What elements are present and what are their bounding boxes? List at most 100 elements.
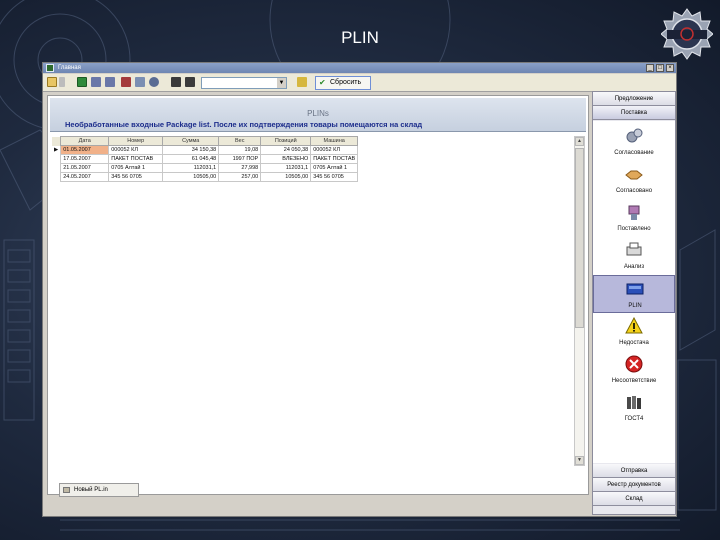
scroll-down-icon[interactable]: ▼ — [575, 456, 584, 465]
nav-header-delivery[interactable]: Поставка — [593, 106, 675, 120]
table-icon[interactable] — [121, 77, 131, 87]
excel-icon[interactable] — [77, 77, 87, 87]
nav-item-label: Согласовано — [615, 188, 653, 194]
download-icon[interactable] — [185, 77, 195, 87]
table-cell[interactable]: ПАКЕТ ПОСТАВ — [108, 154, 164, 164]
scrollbar-thumb[interactable] — [575, 148, 584, 328]
toolbar: ▼ ✔ Сбросить — [43, 74, 676, 92]
window-titlebar[interactable]: Главная _ □ × — [43, 63, 676, 73]
table-cell[interactable]: 19,08 — [218, 145, 262, 155]
document-icon — [63, 487, 70, 493]
maximize-button[interactable]: □ — [656, 64, 664, 72]
table-cell[interactable]: 27,998 — [218, 163, 262, 173]
minimize-button[interactable]: _ — [646, 64, 654, 72]
toolbar-combo[interactable]: ▼ — [201, 77, 287, 89]
stardiesel-logo — [661, 8, 713, 60]
nav-item-gost[interactable]: ГОСТ4 — [593, 389, 675, 427]
table-cell[interactable]: 24 050,38 — [260, 145, 312, 155]
table-row[interactable]: ▶ 01.05.2007 000052 КЛ 34 150,38 19,08 2… — [52, 145, 359, 155]
dropdown-icon[interactable] — [59, 77, 65, 87]
check-icon: ✔ — [319, 78, 326, 87]
table-cell[interactable]: ВЛЕЗЕНО — [260, 154, 312, 164]
table-cell[interactable]: 17.05.2007 — [60, 154, 110, 164]
nav-item-mismatch[interactable]: Несоответствие — [593, 351, 675, 389]
folder-icon[interactable] — [47, 77, 57, 87]
books-icon — [627, 396, 641, 409]
table-row[interactable]: 17.05.2007 ПАКЕТ ПОСТАВ 61 045,48 1997 П… — [52, 154, 359, 164]
table-row[interactable]: 21.05.2007 0705 Алтай 1 112031,1 27,998 … — [52, 163, 359, 173]
table-row[interactable]: 24.05.2007 345 56 0705 10505,00 257,00 1… — [52, 172, 359, 182]
printer-icon — [626, 242, 642, 256]
column-header[interactable]: Машина — [310, 136, 359, 146]
table-cell[interactable]: 345 56 0705 — [108, 172, 164, 182]
nav-item-agreement[interactable]: Согласование — [593, 123, 675, 161]
nav-item-agreed[interactable]: Согласовано — [593, 161, 675, 199]
table-cell[interactable]: 10505,00 — [260, 172, 312, 182]
table-cell[interactable]: 24.05.2007 — [60, 172, 110, 182]
main-content: PLINs Необработанные входные Package lis… — [47, 95, 589, 495]
table-cell[interactable]: 345 56 0705 — [310, 172, 359, 182]
nav-item-delivered[interactable]: Поставлено — [593, 199, 675, 237]
table-cell[interactable]: 000052 КЛ — [108, 145, 164, 155]
nav-item-list: Согласование Согласовано Поставлено Анал… — [593, 121, 675, 463]
plins-title: PLINs — [307, 109, 329, 118]
table-cell[interactable]: 01.05.2007 — [60, 145, 110, 155]
nav-item-label: Поставлено — [617, 226, 651, 232]
column-header[interactable]: Дата — [60, 136, 110, 146]
row-indicator — [52, 173, 61, 182]
nav-footer-warehouse[interactable]: Склад — [593, 492, 675, 506]
column-header[interactable]: Сумма — [162, 136, 220, 146]
table-cell[interactable]: ПАКЕТ ПОСТАВ — [310, 154, 359, 164]
save-button[interactable]: ✔ Сбросить — [315, 76, 371, 90]
table-cell[interactable]: 1997 ПОР — [218, 154, 262, 164]
table-cell[interactable]: 61 045,48 — [162, 154, 220, 164]
arrow-left-icon[interactable] — [105, 77, 115, 87]
app-window: Главная _ □ × ▼ ✔ Сбросить PLINs Необраб… — [42, 62, 677, 517]
table-cell[interactable]: 112031,1 — [162, 163, 220, 173]
table-cell[interactable]: 10505,00 — [162, 172, 220, 182]
new-plin-label: Новый PL.in — [74, 487, 108, 493]
nav-item-plin[interactable]: PLIN — [593, 275, 675, 313]
row-indicator — [52, 155, 61, 164]
nav-header-proposal[interactable]: Предложение — [593, 92, 675, 106]
table-cell[interactable]: 257,00 — [218, 172, 262, 182]
truck-icon — [626, 283, 644, 295]
plins-subtitle: Необработанные входные Package list. Пос… — [65, 120, 423, 129]
nav-item-analysis[interactable]: Анализ — [593, 237, 675, 275]
nav-item-label: Согласование — [614, 150, 654, 156]
column-header[interactable]: Номер — [108, 136, 164, 146]
find-icon[interactable] — [135, 77, 145, 87]
plin-table: Дата Номер Сумма Вес Позиций Машина ▶ 01… — [52, 136, 359, 182]
table-cell[interactable]: 0705 Алтай 1 — [108, 163, 164, 173]
close-button[interactable]: × — [666, 64, 674, 72]
vertical-scrollbar[interactable]: ▲ ▼ — [574, 136, 585, 466]
nav-item-shortage[interactable]: Недостача — [593, 313, 675, 351]
nav-item-label: ГОСТ4 — [624, 416, 644, 422]
new-plin-button[interactable]: Новый PL.in — [59, 483, 139, 497]
search-icon[interactable] — [149, 77, 159, 87]
filter-icon[interactable] — [297, 77, 307, 87]
column-header[interactable]: Позиций — [260, 136, 312, 146]
table-cell[interactable]: 21.05.2007 — [60, 163, 110, 173]
table-header-row: Дата Номер Сумма Вес Позиций Машина — [52, 136, 359, 146]
upload-icon[interactable] — [171, 77, 181, 87]
app-icon — [46, 64, 54, 72]
table-cell[interactable]: 34 150,38 — [162, 145, 220, 155]
table-cell[interactable]: 0705 Алтай 1 — [310, 163, 359, 173]
nav-item-label: Анализ — [623, 264, 645, 270]
navigation-panel: Предложение Поставка Согласование Соглас… — [592, 91, 676, 515]
window-title: Главная — [58, 65, 81, 71]
nav-item-label: Несоответствие — [611, 378, 657, 384]
table-cell[interactable]: 000052 КЛ — [310, 145, 359, 155]
chevron-down-icon[interactable]: ▼ — [277, 78, 286, 88]
arrow-right-icon[interactable] — [91, 77, 101, 87]
row-indicator-header — [52, 136, 61, 146]
table-cell[interactable]: 112031,1 — [260, 163, 312, 173]
column-header[interactable]: Вес — [218, 136, 262, 146]
error-icon — [625, 355, 643, 373]
nav-footer-shipping[interactable]: Отправка — [593, 464, 675, 478]
scroll-up-icon[interactable]: ▲ — [575, 137, 584, 146]
nav-item-label: PLIN — [628, 303, 642, 309]
row-indicator — [52, 164, 61, 173]
nav-footer-document-registry[interactable]: Реестр документов — [593, 478, 675, 492]
